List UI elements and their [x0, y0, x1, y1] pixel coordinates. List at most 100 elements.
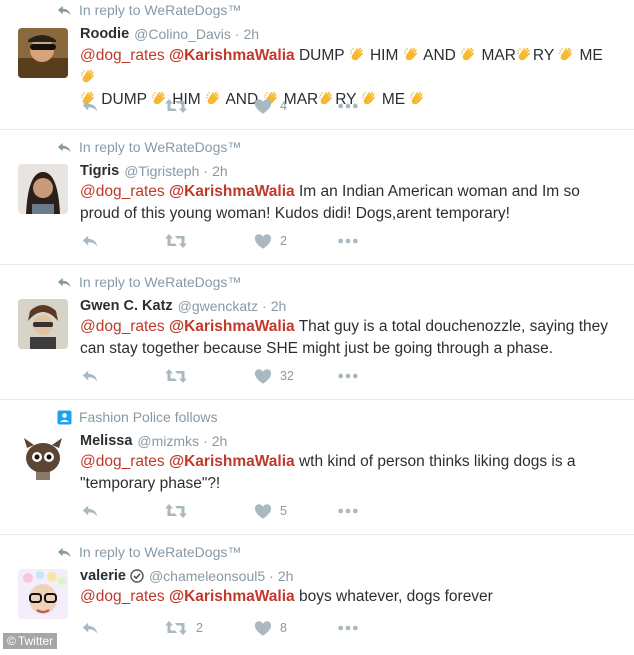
tweet-item[interactable]: In reply to WeRateDogs™ valerie @chamele…: [0, 535, 634, 655]
avatar[interactable]: [18, 299, 68, 349]
text-content: boys whatever, dogs forever: [298, 588, 493, 605]
reply-context-label: In reply to WeRateDogs™: [79, 2, 242, 18]
avatar-image: [18, 164, 68, 214]
like-button[interactable]: 2: [254, 231, 287, 251]
mention-link[interactable]: @dog_rates: [80, 588, 165, 605]
retweet-icon: [164, 367, 188, 385]
timestamp[interactable]: 2h: [244, 26, 260, 42]
tweet-header: Gwen C. Katz @gwenckatz · 2h: [80, 298, 286, 314]
timestamp[interactable]: 2h: [278, 568, 294, 584]
more-button[interactable]: [337, 501, 359, 521]
author-handle[interactable]: @mizmks: [137, 433, 199, 449]
image-credit: © Twitter: [3, 633, 58, 649]
clap-emoji-icon: [80, 68, 97, 85]
avatar[interactable]: [18, 28, 68, 78]
tweet-text: @dog_rates @KarishmaWalia Im an Indian A…: [80, 181, 620, 225]
tweet-actions: 2: [80, 231, 380, 251]
reply-context-label: In reply to WeRateDogs™: [79, 139, 242, 155]
mention-link[interactable]: @KarishmaWalia: [169, 183, 295, 200]
like-button[interactable]: 5: [254, 501, 287, 521]
reply-context-label: In reply to WeRateDogs™: [79, 544, 242, 560]
like-count: 2: [280, 234, 287, 248]
heart-icon: [254, 503, 272, 520]
clap-emoji-icon: [349, 46, 366, 63]
tweet-header: Melissa @mizmks · 2h: [80, 433, 227, 449]
avatar[interactable]: [18, 569, 68, 619]
reply-context: In reply to WeRateDogs™: [56, 139, 241, 155]
mention-link[interactable]: @dog_rates: [80, 183, 165, 200]
follow-context-label: Fashion Police follows: [79, 409, 218, 425]
avatar[interactable]: [18, 164, 68, 214]
retweet-button[interactable]: [164, 96, 196, 116]
reply-icon: [80, 619, 100, 637]
mention-link[interactable]: @KarishmaWalia: [169, 588, 295, 605]
author-handle[interactable]: @Tigristeph: [124, 163, 199, 179]
retweet-button[interactable]: 2: [164, 618, 203, 638]
reply-button[interactable]: [80, 501, 100, 521]
tweet-header: Roodie @Colino_Davis · 2h: [80, 26, 259, 42]
tweet-header: valerie @chameleonsoul5 · 2h: [80, 568, 293, 584]
tweet-item[interactable]: In reply to WeRateDogs™ Gwen C. Katz @gw…: [0, 265, 634, 400]
timestamp[interactable]: 2h: [212, 433, 228, 449]
mention-link[interactable]: @dog_rates: [80, 47, 169, 64]
timestamp[interactable]: 2h: [212, 163, 228, 179]
tweet-actions: 5: [80, 501, 380, 521]
mention-link[interactable]: @KarishmaWalia: [169, 453, 295, 470]
text-fragment: DUMP: [294, 47, 349, 64]
heart-icon: [254, 233, 272, 250]
reply-arrow-icon: [56, 2, 72, 18]
retweet-count: 2: [196, 621, 203, 635]
reply-context: In reply to WeRateDogs™: [56, 544, 241, 560]
mention-link[interactable]: @dog_rates: [80, 453, 165, 470]
clap-emoji-icon: [460, 46, 477, 63]
reply-icon: [80, 232, 100, 250]
timestamp[interactable]: 2h: [271, 298, 287, 314]
more-icon: [337, 624, 359, 632]
author-name[interactable]: Gwen C. Katz: [80, 298, 173, 314]
retweet-icon: [164, 502, 188, 520]
tweet-item[interactable]: In reply to WeRateDogs™ Roodie @Colino_D…: [0, 0, 634, 130]
reply-button[interactable]: [80, 618, 100, 638]
tweet-item[interactable]: Fashion Police follows Melissa @mizmks ·…: [0, 400, 634, 535]
author-name[interactable]: valerie: [80, 568, 126, 584]
author-handle[interactable]: @gwenckatz: [178, 298, 258, 314]
author-name[interactable]: Tigris: [80, 163, 119, 179]
mention-link[interactable]: @KarishmaWalia: [169, 47, 295, 64]
more-button[interactable]: [337, 366, 359, 386]
reply-context: In reply to WeRateDogs™: [56, 2, 241, 18]
clap-emoji-icon: [516, 46, 533, 63]
reply-button[interactable]: [80, 231, 100, 251]
more-button[interactable]: [337, 618, 359, 638]
mention-link[interactable]: @KarishmaWalia: [169, 318, 295, 335]
tweet-actions: 4: [80, 96, 380, 116]
author-handle[interactable]: @Colino_Davis: [134, 26, 231, 42]
tweet-actions: 2 8: [80, 618, 380, 638]
more-icon: [337, 507, 359, 515]
more-button[interactable]: [337, 231, 359, 251]
author-name[interactable]: Roodie: [80, 26, 129, 42]
like-button[interactable]: 32: [254, 366, 294, 386]
author-name[interactable]: Melissa: [80, 433, 132, 449]
tweet-header: Tigris @Tigristeph · 2h: [80, 163, 228, 179]
retweet-button[interactable]: [164, 501, 196, 521]
follow-context: Fashion Police follows: [56, 409, 218, 425]
text-fragment: HIM: [365, 47, 403, 64]
retweet-button[interactable]: [164, 231, 196, 251]
author-handle[interactable]: @chameleonsoul5: [149, 568, 265, 584]
mention-link[interactable]: @dog_rates: [80, 318, 165, 335]
separator: ·: [262, 298, 267, 314]
avatar[interactable]: [18, 434, 68, 484]
text-fragment: RY: [532, 47, 559, 64]
person-follow-icon: [56, 409, 72, 425]
like-button[interactable]: 4: [254, 96, 287, 116]
reply-button[interactable]: [80, 96, 100, 116]
more-button[interactable]: [337, 96, 359, 116]
like-button[interactable]: 8: [254, 618, 287, 638]
retweet-button[interactable]: [164, 366, 196, 386]
reply-icon: [80, 97, 100, 115]
text-fragment: ME: [575, 47, 603, 64]
tweet-item[interactable]: In reply to WeRateDogs™ Tigris @Tigriste…: [0, 130, 634, 265]
separator: ·: [203, 163, 209, 179]
clap-emoji-icon: [403, 46, 420, 63]
reply-button[interactable]: [80, 366, 100, 386]
